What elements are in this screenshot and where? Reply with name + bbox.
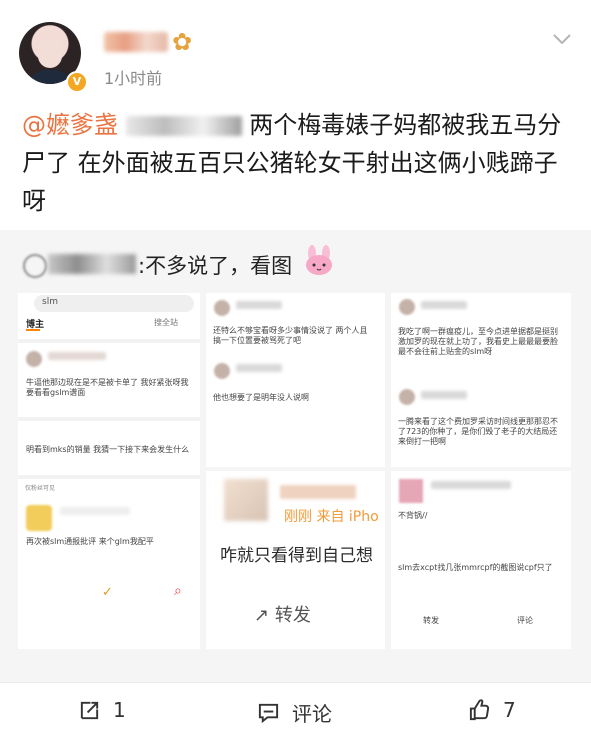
comment-label: 评论 — [292, 702, 332, 726]
comment-button[interactable]: 评论 — [257, 698, 332, 727]
avatar-collar — [29, 70, 71, 84]
like-count: 7 — [503, 698, 516, 722]
repost-container: :不多说了，看图 slm 博主 搜全站 牛逼他那边现在是不是被卡单了 我好紧张呀… — [0, 230, 591, 682]
thumbnail-long-comments[interactable]: 我吃了啊一群瘟疫儿，至今点进单据都是挺别激加罗的现在就上功了，我看史上最最最要脸… — [391, 293, 571, 467]
mini-post-text: 明看到mks的销量 我猜一下接下来会发生什么 — [26, 445, 190, 454]
mini-post-card: 牛逼他那边现在是不是被卡单了 我好紧张呀我要看看gslm谱面 — [18, 339, 200, 415]
mini-post-card: 明看到mks的销量 我猜一下接下来会发生什么 — [18, 417, 200, 471]
share-button[interactable]: 1 — [78, 698, 126, 722]
share-icon — [80, 701, 99, 719]
mini-repost-text: slm去xcpt找几张mmrcpf的截图说cpf只了 — [398, 563, 553, 572]
mini-repost-text: 不背锅// — [398, 511, 428, 520]
mini-comment-label[interactable]: 评论 — [517, 616, 533, 626]
mini-from-device: 刚刚 来自 iPho — [284, 509, 379, 525]
mini-comment-text: 还特么不够宝看呀多少事情没说了 两个人且搞一下位置要被骂死了吧 — [213, 326, 368, 345]
mini-name-blur — [431, 481, 511, 489]
like-button[interactable]: 7 — [468, 698, 516, 722]
thumbnail-search-results[interactable]: slm 博主 搜全站 牛逼他那边现在是不是被卡单了 我好紧张呀我要看看gslm谱… — [18, 293, 200, 649]
mini-avatar — [399, 389, 415, 405]
blurred-mention — [125, 116, 242, 136]
mini-avatar — [214, 300, 230, 316]
mini-report-text: 再次被slm通报批评 来个glm我配平 — [26, 537, 154, 546]
verified-badge-icon: V — [66, 71, 88, 93]
user-emoji-icon: ✿ — [172, 28, 193, 56]
blurred-repost-avatar — [23, 254, 47, 278]
mini-comment-text: 我吃了啊一群瘟疫儿，至今点进单据都是挺别激加罗的现在就上功了，我看史上最最最要脸… — [398, 327, 558, 356]
mini-comment-text: 一腾来看了这个费加罗采访时间线更那那忍不了723的你种了，是你们毁了老子的大结局… — [398, 417, 558, 446]
mention-link[interactable]: @嬷爹盏 — [22, 111, 118, 139]
mini-name-blur — [60, 507, 130, 515]
mini-name-blur — [236, 364, 282, 372]
mini-post-snippet: 咋就只看得到自己想 — [220, 546, 373, 566]
repost-caption: :不多说了，看图 — [138, 254, 293, 278]
post-time: 1小时前 — [104, 69, 163, 88]
mini-repost-action[interactable]: ↗ 转发 — [254, 601, 311, 627]
mini-share-label[interactable]: 转发 — [423, 616, 439, 626]
avatar-face — [38, 38, 62, 68]
mini-share-icon: ↗ — [254, 605, 270, 626]
thumbnail-comments[interactable]: 还特么不够宝看呀多少事情没说了 两个人且搞一下位置要被骂死了吧 他也想要了是明年… — [206, 293, 385, 467]
mini-name-blur — [280, 485, 356, 499]
mini-comment-text: 他也想要了是明年没人说啊 — [213, 393, 309, 402]
mini-orange-mark-icon: ✓ — [102, 585, 113, 600]
mini-avatar-blur — [26, 505, 52, 531]
mini-image-blur — [399, 479, 423, 503]
mini-image-blur — [224, 479, 268, 521]
blurred-username[interactable] — [104, 32, 168, 52]
mini-avatar — [26, 351, 42, 367]
mini-tab-underline — [26, 329, 40, 331]
mini-avatar — [399, 299, 415, 315]
share-count: 1 — [113, 698, 126, 722]
mini-search-icon: ⌕ — [174, 583, 182, 599]
post-action-bar: 1 评论 7 — [0, 682, 591, 736]
thumbnail-reposted-card[interactable]: 刚刚 来自 iPho 咋就只看得到自己想 ↗ 转发 — [206, 471, 385, 649]
comment-icon — [258, 703, 279, 724]
chevron-down-icon[interactable] — [553, 34, 571, 44]
mini-username-blur — [48, 352, 106, 360]
mini-name-blur — [421, 301, 467, 309]
mini-search-bar — [34, 295, 194, 312]
blurred-repost-username[interactable] — [48, 254, 136, 274]
mini-search-all: 搜全站 — [154, 318, 178, 327]
rabbit-emoji-icon — [306, 245, 332, 275]
mini-search-query: slm — [42, 297, 58, 307]
thumbnail-repost-chain[interactable]: 不背锅// slm去xcpt找几张mmrcpf的截图说cpf只了 转发 评论 — [391, 471, 571, 649]
post-body: @嬷爹盏 两个梅毒婊子妈都被我五马分尸了 在外面被五百只公猪轮女干射出这俩小贱蹄… — [22, 106, 572, 220]
mini-post-text: 牛逼他那边现在是不是被卡单了 我好紧张呀我要看看gslm谱面 — [26, 378, 189, 397]
mini-post-card: 仅粉丝可见 再次被slm通报批评 来个glm我配平 ✓ ⌕ — [18, 475, 200, 619]
mini-name-blur — [236, 301, 282, 309]
thumb-up-icon — [469, 698, 490, 720]
post-header: V ✿ 1小时前 — [0, 0, 591, 100]
mini-avatar — [214, 363, 230, 379]
mini-visibility-label: 仅粉丝可见 — [25, 485, 56, 492]
mini-name-blur — [421, 391, 467, 399]
